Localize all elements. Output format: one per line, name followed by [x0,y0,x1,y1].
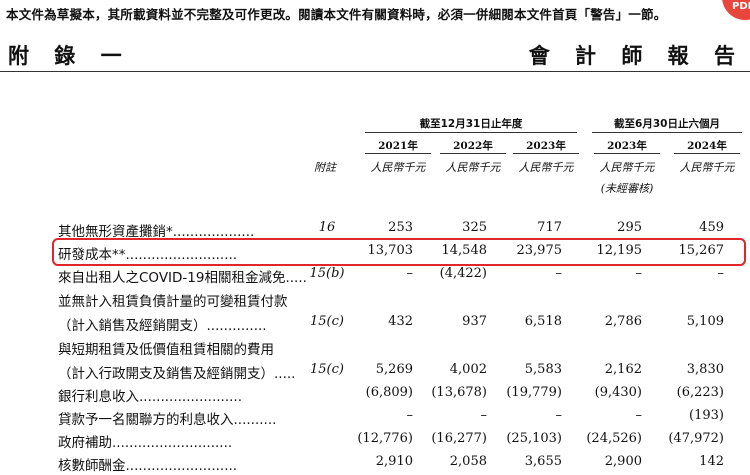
row-value: (24,526) [586,431,642,446]
row-label: 並無計入租賃負債計量的可變租賃付款 [58,294,288,310]
row-value: (19,779) [506,385,562,400]
year-header: 2023年 [526,140,566,152]
row-value: 717 [537,220,562,235]
unit-header: 人民幣千元 [370,161,426,174]
row-value: 253 [388,220,413,235]
year-underline [440,153,506,154]
row-value: 5,109 [686,314,724,329]
row-value: 459 [699,220,724,235]
app-logo-icon[interactable]: PDF [722,0,750,20]
row-label: （計入銷售及經銷開支）.............. [58,318,267,334]
row-label: 其他無形資產攤銷*................... [58,224,255,240]
group-underline [592,132,742,133]
row-label: （計入行政開支及銷售及經銷開支）..... [58,366,296,382]
unaudited-label: (未經審核) [600,182,654,195]
row-value: (25,103) [506,431,562,446]
row-value: (12,776) [357,431,413,446]
highlight-box [52,238,746,266]
row-value: 325 [462,220,487,235]
row-value: 4,002 [449,362,487,377]
row-value: – [406,266,414,281]
unit-header: 人民幣千元 [518,161,574,174]
row-value: (9,430) [594,385,642,400]
row-label: 政府補助............................ [58,435,233,451]
row-value: 2,910 [375,454,413,469]
section-title-left: 附 錄 一 [8,44,131,68]
row-label: 與短期租賃及低價值租賃相關的費用 [58,342,274,358]
row-value: 142 [699,454,724,469]
row-value: 5,583 [524,362,562,377]
year-header: 2023年 [607,140,647,152]
row-value: (6,223) [676,385,724,400]
row-value: – [406,408,414,423]
year-header: 2024年 [687,140,727,152]
year-header: 2021年 [378,140,418,152]
header-divider [0,71,750,72]
row-value: – [635,266,643,281]
section-title-right: 會 計 師 報 告 [528,44,744,68]
row-value: – [717,266,725,281]
group-underline [365,132,577,133]
row-value: 2,900 [604,454,642,469]
year-header: 2022年 [453,140,493,152]
group-header-year-end: 截至12月31日止年度 [419,118,523,130]
row-value: – [555,408,563,423]
row-label: 貸款予一名關聯方的利息收入.......... [58,412,277,428]
row-value: (6,809) [365,385,413,400]
year-underline [513,153,579,154]
unit-header: 人民幣千元 [445,161,501,174]
row-value: (193) [689,408,724,423]
row-value: (13,678) [431,385,487,400]
row-value: 295 [617,220,642,235]
row-value: 3,830 [686,362,724,377]
row-label: 銀行利息收入........................ [58,389,242,405]
row-value: 432 [388,314,413,329]
row-value: 3,655 [524,454,562,469]
row-value: 937 [462,314,487,329]
row-value: – [480,408,488,423]
note-column-header: 附註 [314,161,336,174]
unit-header: 人民幣千元 [599,161,655,174]
draft-disclaimer: 本文件為草擬本，其所載資料並不完整及可作更改。閱讀本文件有關資料時，必須一併細閱… [6,7,667,22]
year-underline [365,153,431,154]
year-underline [674,153,740,154]
row-label: 核數師酬金.......................... [58,458,238,474]
row-value: 2,786 [604,314,642,329]
row-label: 來自出租人之COVID-19相關租金減免..... [58,270,307,286]
row-value: 2,162 [604,362,642,377]
row-value: (47,972) [668,431,724,446]
group-header-six-months: 截至6月30日止六個月 [614,118,720,130]
row-value: 2,058 [449,454,487,469]
row-value: (4,422) [439,266,487,281]
row-value: (16,277) [431,431,487,446]
year-underline [594,153,660,154]
unit-header: 人民幣千元 [679,161,735,174]
row-value: 6,518 [524,314,562,329]
row-value: – [555,266,563,281]
row-value: – [635,408,643,423]
row-value: 5,269 [375,362,413,377]
